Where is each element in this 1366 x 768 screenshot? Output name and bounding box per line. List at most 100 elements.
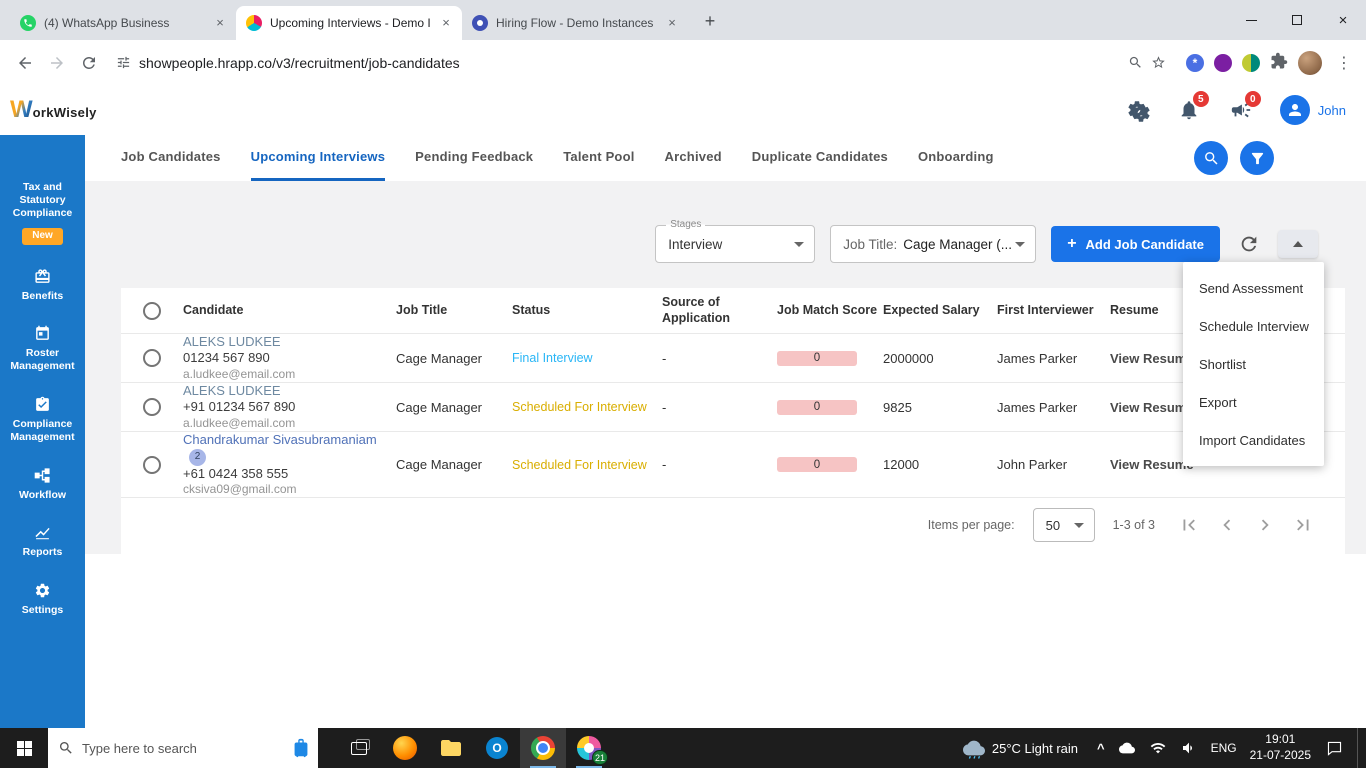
menu-item-shortlist[interactable]: Shortlist — [1183, 345, 1324, 383]
browser-tab-whatsapp[interactable]: (4) WhatsApp Business × — [10, 6, 236, 40]
search-highlight-luggage-icon[interactable] — [290, 737, 312, 759]
reload-icon[interactable] — [74, 48, 104, 78]
browser-profile-avatar[interactable] — [1298, 51, 1322, 75]
extension-icon[interactable] — [1214, 54, 1232, 72]
filter-button[interactable] — [1240, 141, 1274, 175]
row-checkbox[interactable] — [143, 398, 161, 416]
stages-select[interactable]: Stages Interview — [655, 225, 815, 263]
taskbar-search-box[interactable] — [48, 728, 318, 768]
candidate-name-link[interactable]: ALEKS LUDKEE — [183, 334, 388, 350]
tray-expand-icon[interactable]: ^ — [1097, 741, 1105, 756]
search-button[interactable] — [1194, 141, 1228, 175]
refresh-button[interactable] — [1235, 230, 1263, 258]
network-wifi-icon[interactable] — [1149, 739, 1167, 757]
new-tab-button[interactable]: + — [696, 8, 724, 36]
language-indicator[interactable]: ENG — [1211, 741, 1237, 755]
window-minimize-button[interactable] — [1228, 0, 1274, 40]
admin-gears-icon[interactable] — [1124, 97, 1150, 123]
taskbar-search-input[interactable] — [82, 741, 308, 756]
menu-item-send-assessment[interactable]: Send Assessment — [1183, 269, 1324, 307]
show-desktop-button[interactable] — [1357, 728, 1362, 768]
sidebar-item-reports[interactable]: Reports — [3, 524, 83, 559]
sidebar-item-label: Roster Management — [3, 347, 83, 373]
url-bar[interactable]: showpeople.hrapp.co/v3/recruitment/job-c… — [106, 46, 1176, 80]
sidebar-item-tax-statutory-compliance[interactable]: Tax and Statutory Compliance New — [3, 181, 83, 245]
column-header-source: Source of Application — [662, 295, 777, 326]
job-title-label: Job Title: — [843, 237, 897, 252]
line-chart-icon — [34, 524, 51, 541]
window-close-button[interactable]: × — [1320, 0, 1366, 40]
previous-page-button[interactable] — [1215, 513, 1239, 537]
extension-icon[interactable] — [1242, 54, 1260, 72]
onedrive-cloud-icon[interactable] — [1118, 739, 1136, 757]
add-job-candidate-button[interactable]: + Add Job Candidate — [1051, 226, 1220, 262]
extensions-puzzle-icon[interactable] — [1270, 52, 1288, 73]
sidebar-item-benefits[interactable]: Benefits — [3, 268, 83, 303]
status-cell: Final Interview — [512, 351, 662, 365]
view-resume-link[interactable]: View Resume — [1110, 400, 1194, 415]
taskbar-app-hrapp[interactable]: 21 — [566, 728, 612, 768]
select-all-checkbox[interactable] — [143, 302, 161, 320]
tab-upcoming-interviews[interactable]: Upcoming Interviews — [251, 135, 386, 181]
menu-item-export[interactable]: Export — [1183, 383, 1324, 421]
actions-dropdown-menu: Send Assessment Schedule Interview Short… — [1183, 262, 1324, 466]
candidate-name-link[interactable]: Chandrakumar Sivasubramaniam2 — [183, 432, 388, 465]
bookmark-star-icon[interactable] — [1151, 55, 1166, 70]
workwisely-logo[interactable]: WorkWisely — [10, 96, 97, 124]
tab-title: Upcoming Interviews - Demo In — [270, 16, 430, 30]
tab-close-icon[interactable]: × — [664, 15, 680, 31]
taskbar-clock[interactable]: 19:01 21-07-2025 — [1250, 732, 1311, 763]
taskbar-app-firefox[interactable] — [382, 728, 428, 768]
menu-item-schedule-interview[interactable]: Schedule Interview — [1183, 307, 1324, 345]
forward-icon[interactable] — [42, 48, 72, 78]
logo-text: orkWisely — [33, 105, 97, 120]
sidebar-item-roster-management[interactable]: Roster Management — [3, 325, 83, 373]
notifications-bell-icon[interactable]: 5 — [1176, 97, 1202, 123]
last-page-button[interactable] — [1291, 513, 1315, 537]
sidebar-item-settings[interactable]: Settings — [3, 582, 83, 617]
tab-onboarding[interactable]: Onboarding — [918, 135, 994, 181]
back-icon[interactable] — [10, 48, 40, 78]
view-resume-link[interactable]: View Resume — [1110, 351, 1194, 366]
sidebar-item-workflow[interactable]: Workflow — [3, 467, 83, 502]
window-maximize-button[interactable] — [1274, 0, 1320, 40]
browser-tab-hiring-flow[interactable]: Hiring Flow - Demo Instances | × — [462, 6, 688, 40]
app-notification-badge: 21 — [592, 750, 608, 765]
column-header-salary: Expected Salary — [883, 303, 997, 319]
job-title-select[interactable]: Job Title: Cage Manager (... — [830, 225, 1036, 263]
view-resume-link[interactable]: View Resume — [1110, 457, 1194, 472]
browser-tab-upcoming-interviews[interactable]: Upcoming Interviews - Demo In × — [236, 6, 462, 40]
start-button[interactable] — [0, 728, 48, 768]
tab-close-icon[interactable]: × — [212, 15, 228, 31]
extension-icon[interactable]: * — [1186, 54, 1204, 72]
tab-archived[interactable]: Archived — [665, 135, 722, 181]
gift-icon — [34, 268, 51, 285]
row-checkbox[interactable] — [143, 456, 161, 474]
row-checkbox[interactable] — [143, 349, 161, 367]
announcements-megaphone-icon[interactable]: 0 — [1228, 97, 1254, 123]
items-per-page-select[interactable]: 50 — [1033, 508, 1095, 542]
tab-pending-feedback[interactable]: Pending Feedback — [415, 135, 533, 181]
weather-widget[interactable]: 25°C Light rain — [963, 737, 1084, 759]
add-job-candidate-label: Add Job Candidate — [1086, 237, 1204, 252]
tab-close-icon[interactable]: × — [438, 15, 454, 31]
task-view-button[interactable] — [336, 728, 382, 768]
more-actions-toggle-button[interactable] — [1278, 230, 1318, 258]
menu-item-import-candidates[interactable]: Import Candidates — [1183, 421, 1324, 459]
taskbar-app-file-explorer[interactable] — [428, 728, 474, 768]
action-center-icon[interactable] — [1324, 738, 1344, 758]
volume-icon[interactable] — [1180, 739, 1198, 757]
taskbar-app-outlook[interactable]: O — [474, 728, 520, 768]
candidate-name-link[interactable]: ALEKS LUDKEE — [183, 383, 388, 399]
tab-job-candidates[interactable]: Job Candidates — [121, 135, 221, 181]
browser-menu-icon[interactable]: ⋮ — [1332, 53, 1356, 73]
first-page-button[interactable] — [1177, 513, 1201, 537]
zoom-icon[interactable] — [1128, 55, 1143, 70]
tab-talent-pool[interactable]: Talent Pool — [563, 135, 634, 181]
sidebar-item-compliance-management[interactable]: Compliance Management — [3, 396, 83, 444]
taskbar-app-chrome[interactable] — [520, 728, 566, 768]
tab-duplicate-candidates[interactable]: Duplicate Candidates — [752, 135, 888, 181]
next-page-button[interactable] — [1253, 513, 1277, 537]
user-menu[interactable]: John — [1280, 95, 1346, 125]
column-header-status: Status — [512, 303, 662, 319]
